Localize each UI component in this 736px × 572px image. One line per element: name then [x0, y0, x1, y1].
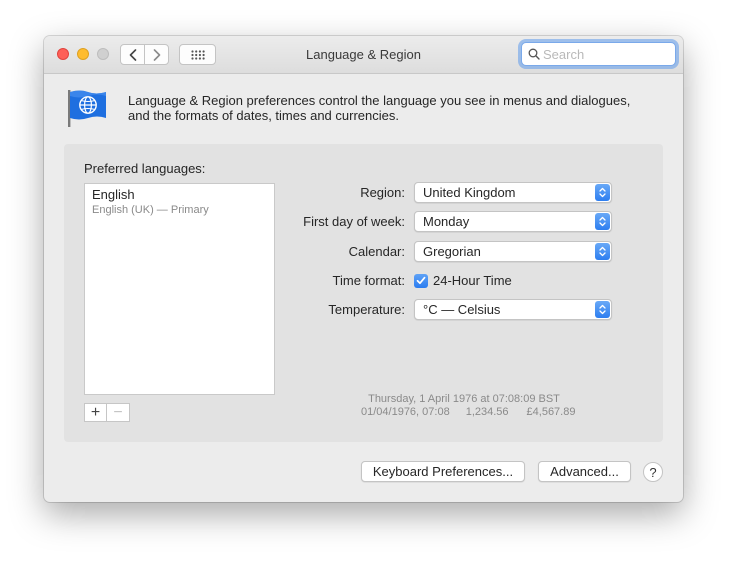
- first-day-value: Monday: [423, 214, 470, 229]
- temperature-value: °C — Celsius: [423, 302, 501, 317]
- preferred-languages-label: Preferred languages:: [84, 161, 206, 176]
- region-popup[interactable]: United Kingdom: [414, 182, 612, 203]
- language-subtitle: English (UK) — Primary: [92, 204, 209, 216]
- add-remove-control: + −: [84, 403, 130, 422]
- calendar-value: Gregorian: [423, 244, 481, 259]
- first-day-row: First day of week: Monday: [264, 211, 612, 232]
- description-text: Language & Region preferences control th…: [128, 93, 658, 123]
- first-day-popup[interactable]: Monday: [414, 211, 612, 232]
- updown-arrows-icon: [595, 301, 610, 318]
- sample-number: 1,234.56: [465, 406, 509, 418]
- calendar-label: Calendar:: [348, 244, 405, 259]
- region-label: Region:: [360, 185, 405, 200]
- temperature-label: Temperature:: [328, 302, 405, 317]
- updown-arrows-icon: [595, 243, 610, 260]
- advanced-button[interactable]: Advanced...: [538, 461, 631, 482]
- language-list[interactable]: English English (UK) — Primary: [84, 183, 275, 395]
- sample-date-short: 01/04/1976, 07:08: [361, 406, 450, 418]
- time-format-checkbox[interactable]: [414, 273, 428, 288]
- search-field[interactable]: [521, 42, 676, 66]
- calendar-row: Calendar: Gregorian: [264, 241, 612, 262]
- time-format-checkbox-label[interactable]: 24-Hour Time: [433, 273, 512, 288]
- temperature-popup[interactable]: °C — Celsius: [414, 299, 612, 320]
- time-format-row: Time format: 24-Hour Time: [264, 270, 512, 291]
- updown-arrows-icon: [595, 184, 610, 201]
- search-input[interactable]: [543, 46, 668, 62]
- checkmark-icon: [416, 276, 426, 285]
- preferences-window: Language & Region Language & Region pref…: [44, 36, 683, 502]
- description-line-2: and the formats of dates, times and curr…: [128, 108, 399, 123]
- description-line-1: Language & Region preferences control th…: [128, 93, 631, 108]
- first-day-label: First day of week:: [303, 214, 405, 229]
- temperature-row: Temperature: °C — Celsius: [264, 299, 612, 320]
- region-row: Region: United Kingdom: [264, 182, 612, 203]
- updown-arrows-icon: [595, 213, 610, 230]
- settings-panel: Preferred languages: English English (UK…: [64, 144, 663, 442]
- calendar-popup[interactable]: Gregorian: [414, 241, 612, 262]
- time-format-label: Time format:: [332, 273, 405, 288]
- sample-date-long: Thursday, 1 April 1976 at 07:08:09 BST: [368, 393, 560, 405]
- keyboard-preferences-button[interactable]: Keyboard Preferences...: [361, 461, 525, 482]
- list-item[interactable]: English English (UK) — Primary: [85, 184, 274, 220]
- flag-globe-icon: [68, 90, 106, 127]
- sample-formats: 01/04/1976, 07:08 1,234.56 £4,567.89: [361, 406, 575, 418]
- language-name: English: [92, 187, 135, 202]
- add-language-button[interactable]: +: [84, 403, 107, 422]
- region-value: United Kingdom: [423, 185, 516, 200]
- sample-currency: £4,567.89: [526, 406, 576, 418]
- help-button[interactable]: ?: [643, 462, 663, 482]
- title-bar: Language & Region: [44, 36, 683, 74]
- search-icon: [528, 48, 540, 60]
- remove-language-button: −: [107, 403, 130, 422]
